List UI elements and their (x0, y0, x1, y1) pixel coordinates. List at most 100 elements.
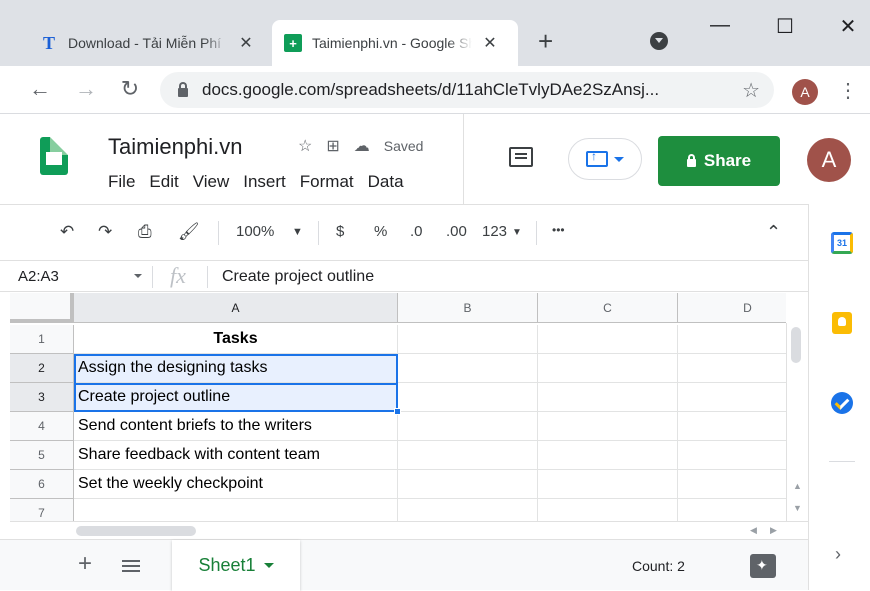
row-header[interactable]: 1 (10, 325, 74, 354)
maximize-icon[interactable]: ☐ (770, 14, 800, 39)
paint-format-icon[interactable]: 🖌 (178, 222, 200, 242)
fill-handle[interactable] (394, 408, 401, 415)
menu-format[interactable]: Format (300, 172, 354, 192)
explore-icon[interactable] (750, 554, 776, 578)
cell-d2[interactable] (678, 354, 786, 383)
cell-d5[interactable] (678, 441, 786, 470)
tasks-icon[interactable] (831, 392, 853, 414)
lock-icon[interactable] (178, 82, 188, 97)
row-header[interactable]: 7 (10, 499, 74, 521)
add-sheet-icon[interactable]: + (78, 550, 92, 578)
formula-input[interactable]: Create project outline (222, 268, 374, 286)
browser-profile-avatar[interactable]: A (792, 79, 818, 105)
cell-d3[interactable] (678, 383, 786, 412)
keep-icon[interactable] (832, 312, 852, 334)
decrease-decimal-button[interactable]: .0 (410, 223, 423, 240)
cell-c7[interactable] (538, 499, 678, 521)
comment-history-icon[interactable] (509, 147, 533, 167)
forward-arrow-icon[interactable]: → (72, 76, 100, 102)
cell-a2[interactable]: Assign the designing tasks (74, 354, 398, 383)
google-sheets-logo-icon[interactable] (40, 137, 68, 175)
cell-d6[interactable] (678, 470, 786, 499)
cell-c6[interactable] (538, 470, 678, 499)
column-header-c[interactable]: C (538, 293, 678, 323)
close-icon[interactable]: ✕ (480, 33, 500, 53)
cell-a5[interactable]: Share feedback with content team (74, 441, 398, 470)
chevron-down-icon[interactable] (134, 274, 142, 278)
menu-insert[interactable]: Insert (243, 172, 286, 192)
cell-a4[interactable]: Send content briefs to the writers (74, 412, 398, 441)
account-avatar[interactable]: A (807, 138, 851, 182)
scroll-left-icon[interactable]: ◀ (750, 525, 757, 536)
expand-chevron-right-icon[interactable]: › (835, 544, 841, 565)
cell-c2[interactable] (538, 354, 678, 383)
print-icon[interactable]: ⎙ (138, 222, 152, 242)
percent-format-button[interactable]: % (374, 223, 387, 240)
menu-view[interactable]: View (193, 172, 230, 192)
move-folder-icon[interactable]: ⊞ (326, 136, 339, 156)
browser-tab-sheets[interactable]: + Taimienphi.vn - Google Sheets ✕ (272, 20, 518, 66)
vertical-scrollbar[interactable]: ▲ ▼ (786, 323, 808, 521)
share-button[interactable]: Share (658, 136, 780, 186)
cell-b7[interactable] (398, 499, 538, 521)
menu-data[interactable]: Data (368, 172, 404, 192)
cloud-saved-icon[interactable]: ☁ (354, 136, 370, 156)
new-tab-button[interactable]: + (538, 26, 553, 56)
close-icon[interactable]: ✕ (236, 33, 256, 53)
cell-a3[interactable]: Create project outline (74, 383, 398, 412)
cell-b1[interactable] (398, 325, 538, 354)
scroll-right-icon[interactable]: ▶ (770, 525, 777, 536)
cell-d4[interactable] (678, 412, 786, 441)
chevron-down-icon[interactable]: ▼ (292, 226, 303, 238)
cell-a7[interactable] (74, 499, 398, 521)
column-header-d[interactable]: D (678, 293, 786, 323)
cell-a1[interactable]: Tasks (74, 325, 398, 354)
column-header-b[interactable]: B (398, 293, 538, 323)
present-button[interactable] (568, 138, 642, 180)
cell-c3[interactable] (538, 383, 678, 412)
cell-c4[interactable] (538, 412, 678, 441)
bookmark-star-icon[interactable]: ☆ (742, 78, 760, 103)
cell-c5[interactable] (538, 441, 678, 470)
currency-format-button[interactable]: $ (336, 223, 344, 240)
document-title[interactable]: Taimienphi.vn (108, 134, 243, 160)
sheet-tab-sheet1[interactable]: Sheet1 (172, 540, 300, 591)
scroll-down-icon[interactable]: ▼ (793, 503, 802, 513)
vertical-scroll-thumb[interactable] (791, 327, 801, 363)
calendar-icon[interactable]: 31 (831, 232, 853, 254)
url-text[interactable]: docs.google.com/spreadsheets/d/11ahCleTv… (202, 80, 722, 100)
tab-search-icon[interactable] (650, 32, 668, 50)
cell-c1[interactable] (538, 325, 678, 354)
selection-count[interactable]: Count: 2 (632, 558, 685, 574)
increase-decimal-button[interactable]: .00 (446, 223, 467, 240)
horizontal-scrollbar[interactable]: ◀ ▶ (10, 521, 808, 539)
address-bar[interactable]: docs.google.com/spreadsheets/d/11ahCleTv… (160, 72, 774, 108)
row-header[interactable]: 3 (10, 383, 74, 412)
window-close-icon[interactable]: ✕ (833, 14, 863, 39)
scroll-up-icon[interactable]: ▲ (793, 481, 802, 491)
undo-icon[interactable]: ↶ (60, 222, 74, 242)
redo-icon[interactable]: ↷ (98, 222, 112, 242)
browser-tab-taimienphi[interactable]: T Download - Tải Miễn Phí ✕ (28, 20, 268, 66)
horizontal-scroll-thumb[interactable] (76, 526, 196, 536)
cell-d7[interactable] (678, 499, 786, 521)
cell-b2[interactable] (398, 354, 538, 383)
chevron-down-icon[interactable] (263, 563, 274, 568)
all-sheets-icon[interactable] (122, 560, 140, 572)
browser-menu-icon[interactable]: ⋮ (838, 78, 858, 103)
back-arrow-icon[interactable]: ← (26, 76, 54, 102)
row-header[interactable]: 5 (10, 441, 74, 470)
name-box[interactable]: A2:A3 (18, 268, 59, 285)
row-header[interactable]: 2 (10, 354, 74, 383)
collapse-chevron-up-icon[interactable]: ⌃ (766, 222, 781, 243)
menu-file[interactable]: File (108, 172, 135, 192)
cell-b5[interactable] (398, 441, 538, 470)
menu-edit[interactable]: Edit (149, 172, 178, 192)
column-header-a[interactable]: A (74, 293, 398, 323)
cell-a6[interactable]: Set the weekly checkpoint (74, 470, 398, 499)
zoom-select[interactable]: 100% (236, 223, 274, 240)
more-options-button[interactable]: ••• (552, 223, 565, 237)
reload-icon[interactable]: ↻ (116, 76, 144, 102)
row-header[interactable]: 4 (10, 412, 74, 441)
minimize-icon[interactable]: — (705, 14, 735, 37)
